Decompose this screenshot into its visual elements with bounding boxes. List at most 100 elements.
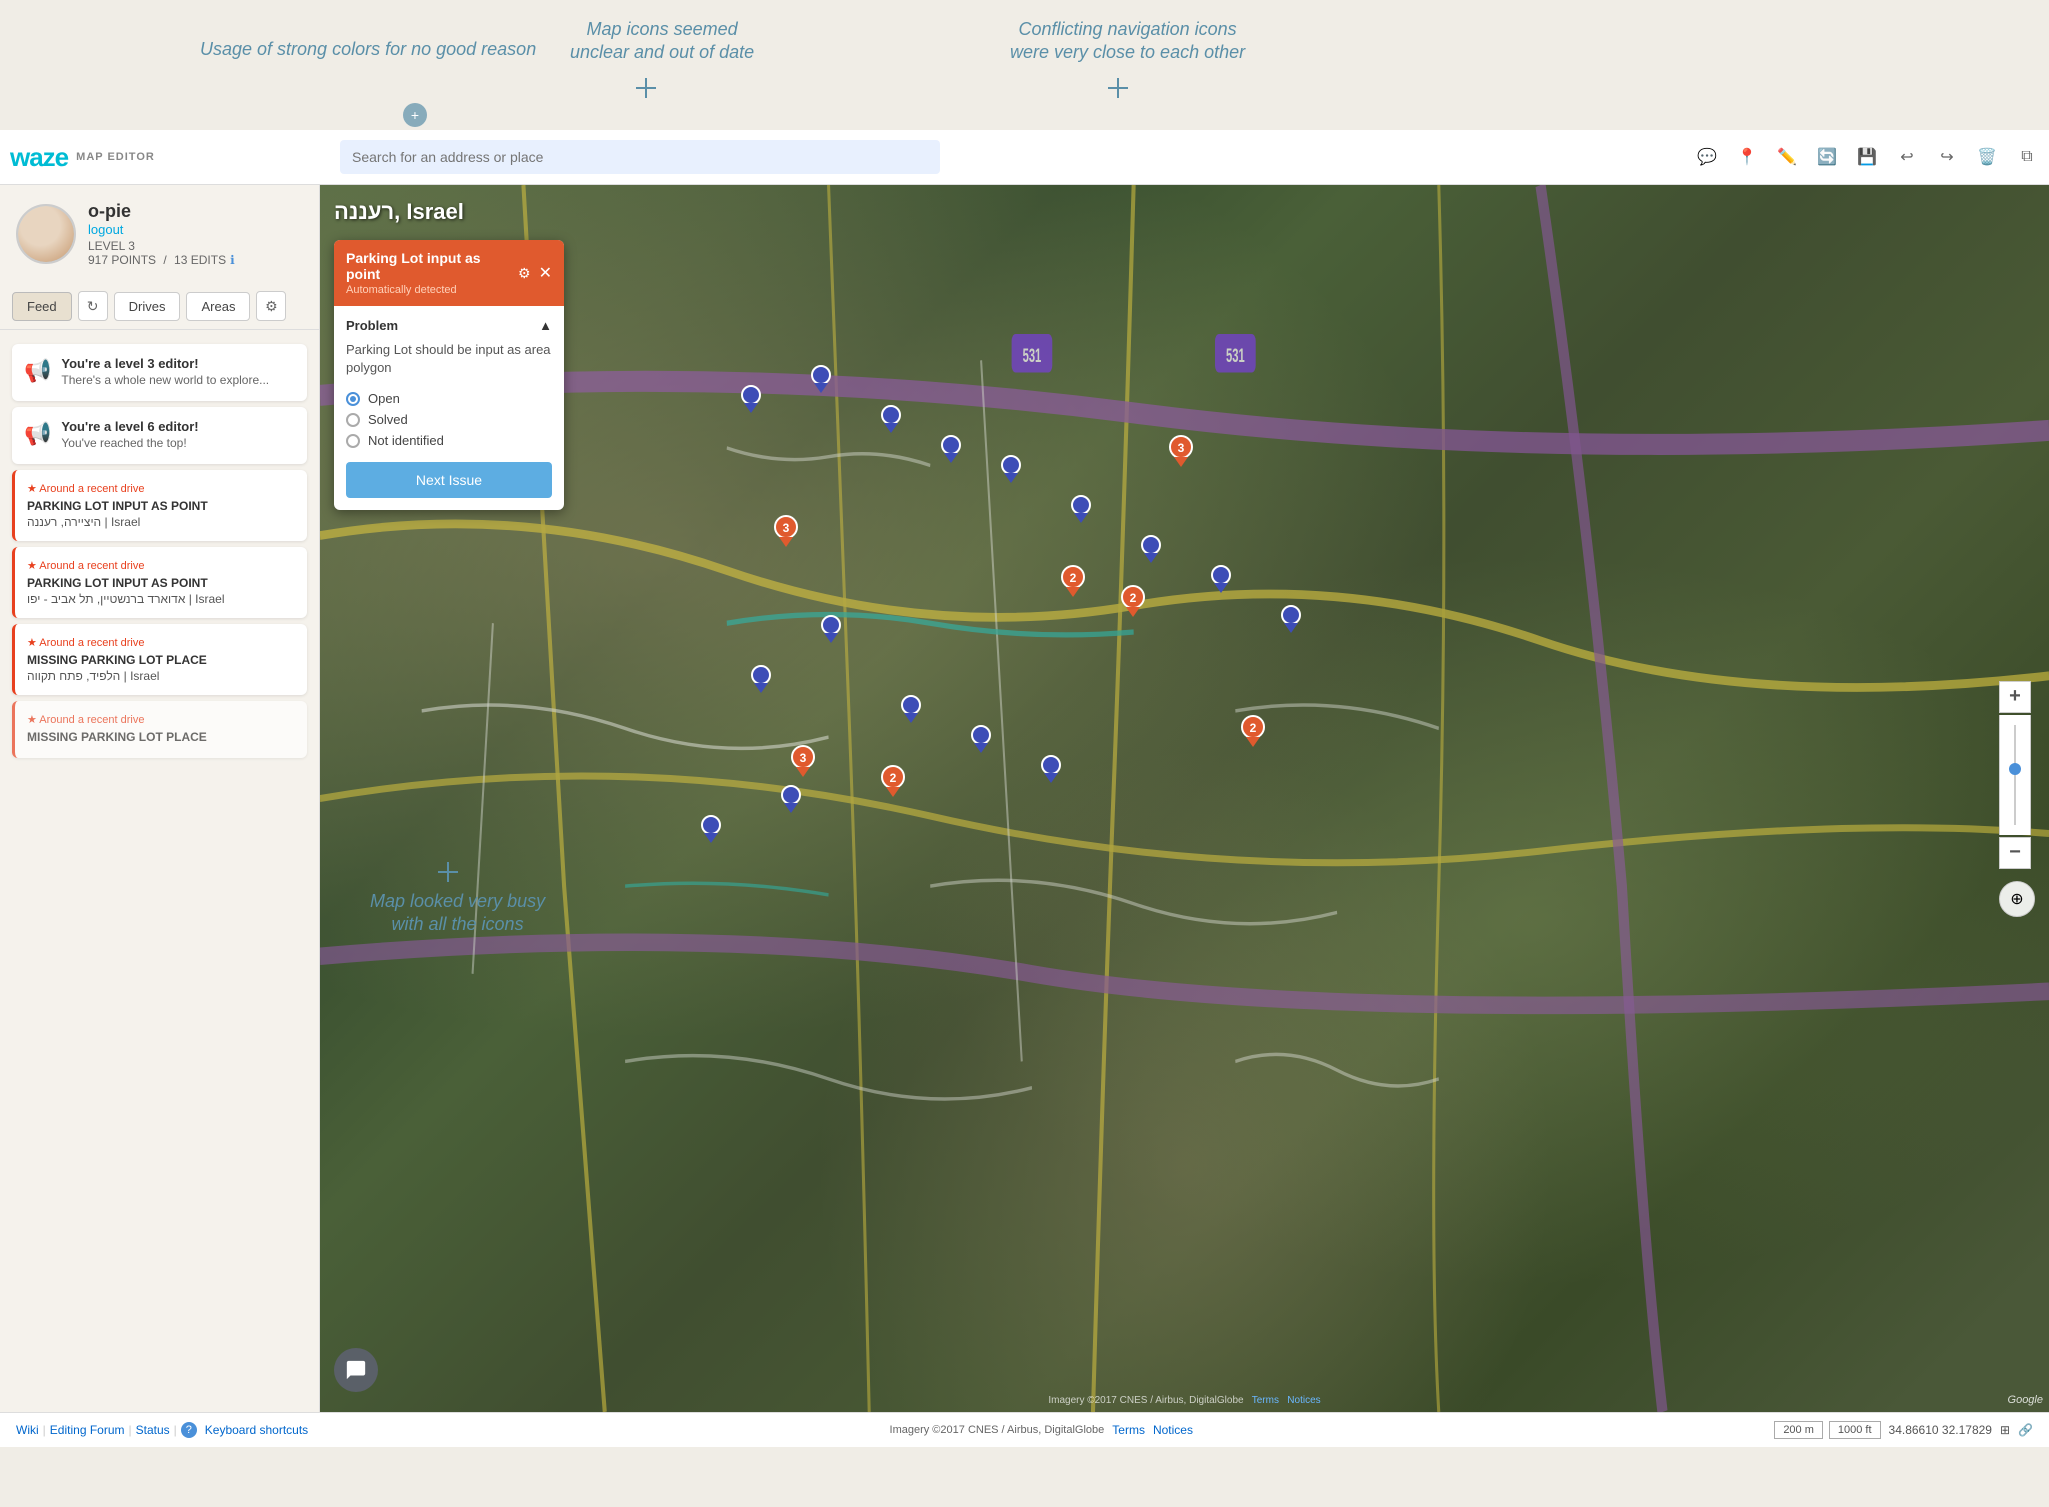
keyboard-help-icon[interactable]: ?: [181, 1422, 197, 1438]
map-pin-16[interactable]: [700, 815, 722, 848]
layers-icon[interactable]: ⧉: [2015, 145, 2039, 169]
svg-text:2: 2: [1250, 721, 1257, 735]
profile-level: LEVEL 3: [88, 239, 235, 253]
location-icon[interactable]: 📍: [1735, 145, 1759, 169]
profile-info: o-pie logout LEVEL 3 917 POINTS / 13 EDI…: [88, 201, 235, 267]
map-pin-5[interactable]: [1000, 455, 1022, 488]
delete-icon[interactable]: 🗑️: [1975, 145, 1999, 169]
map-pin-orange-3[interactable]: 2: [1120, 585, 1146, 622]
chat-bubble-button[interactable]: [334, 1348, 378, 1392]
map-pin-10[interactable]: [820, 615, 842, 648]
settings-gear-icon[interactable]: ⚙: [518, 265, 531, 282]
logout-link[interactable]: logout: [88, 222, 235, 237]
map-pin-orange-1[interactable]: 3: [1168, 435, 1194, 472]
problem-description: Parking Lot should be input as area poly…: [346, 341, 552, 377]
feed-refresh-icon[interactable]: ↻: [78, 291, 108, 321]
tab-areas[interactable]: Areas: [186, 292, 250, 321]
svg-text:531: 531: [1023, 346, 1042, 367]
notification-body-2: You've reached the top!: [61, 436, 186, 450]
map-pin-13[interactable]: [970, 725, 992, 758]
radio-not-identified-label: Not identified: [368, 433, 444, 448]
radio-not-identified[interactable]: Not identified: [346, 433, 552, 448]
save-icon[interactable]: 💾: [1855, 145, 1879, 169]
wiki-link[interactable]: Wiki: [16, 1423, 39, 1437]
zoom-out-button[interactable]: −: [1999, 837, 2031, 869]
terms-link-map[interactable]: Terms: [1252, 1395, 1279, 1406]
map-pin-9[interactable]: [1280, 605, 1302, 638]
drive-card-4[interactable]: ★ Around a recent drive MISSING PARKING …: [12, 701, 307, 758]
map-pin-orange-6[interactable]: 2: [1240, 715, 1266, 752]
svg-text:2: 2: [890, 771, 897, 785]
close-icon[interactable]: ✕: [539, 263, 552, 283]
coordinates: 34.86610 32.17829: [1889, 1423, 1992, 1437]
notices-link-map[interactable]: Notices: [1287, 1395, 1320, 1406]
info-icon[interactable]: ℹ: [230, 253, 235, 267]
map-pin-8[interactable]: [1210, 565, 1232, 598]
zoom-controls: + − ⊕: [1999, 681, 2035, 917]
terms-link[interactable]: Terms: [1112, 1423, 1145, 1437]
map-pin-1[interactable]: [740, 385, 762, 418]
waze-logo: waze: [10, 142, 68, 173]
radio-open[interactable]: Open: [346, 391, 552, 406]
status-link[interactable]: Status: [136, 1423, 170, 1437]
map-pin-11[interactable]: [750, 665, 772, 698]
compass-button[interactable]: ⊕: [1999, 881, 2035, 917]
map-pin-orange-5[interactable]: 2: [880, 765, 906, 802]
drive-title-2: PARKING LOT INPUT AS POINT: [27, 576, 295, 590]
drive-card-1[interactable]: ★ Around a recent drive PARKING LOT INPU…: [12, 470, 307, 541]
drive-tag-1: ★ Around a recent drive: [27, 482, 295, 495]
collapse-icon[interactable]: ▲: [539, 318, 552, 333]
map-pin-6[interactable]: [1070, 495, 1092, 528]
editing-forum-link[interactable]: Editing Forum: [50, 1423, 125, 1437]
notices-link[interactable]: Notices: [1153, 1423, 1193, 1437]
keyboard-shortcuts-link[interactable]: Keyboard shortcuts: [205, 1423, 308, 1437]
problem-section-header: Problem ▲: [346, 318, 552, 333]
map-pin-7[interactable]: [1140, 535, 1162, 568]
undo-icon[interactable]: ↩: [1895, 145, 1919, 169]
search-input[interactable]: [352, 149, 928, 165]
logo-area: waze MAP EDITOR: [10, 142, 330, 173]
map-pin-15[interactable]: [780, 785, 802, 818]
notification-title-2: You're a level 6 editor!: [61, 419, 198, 434]
map-pin-orange-4[interactable]: 3: [790, 745, 816, 782]
imagery-copyright: Imagery ©2017 CNES / Airbus, DigitalGlob…: [890, 1424, 1105, 1436]
svg-text:3: 3: [1178, 441, 1185, 455]
feed-items: 📢 You're a level 3 editor! There's a who…: [0, 330, 319, 1412]
next-issue-button[interactable]: Next Issue: [346, 462, 552, 498]
refresh-icon[interactable]: 🔄: [1815, 145, 1839, 169]
map-pin-2[interactable]: [810, 365, 832, 398]
redo-icon[interactable]: ↪: [1935, 145, 1959, 169]
radio-circle-not-identified: [346, 434, 360, 448]
map-pin-4[interactable]: [940, 435, 962, 468]
drive-card-3[interactable]: ★ Around a recent drive MISSING PARKING …: [12, 624, 307, 695]
map-pin-14[interactable]: [1040, 755, 1062, 788]
map-copyright: Imagery ©2017 CNES / Airbus, DigitalGlob…: [1048, 1395, 1320, 1406]
map-pin-orange-2[interactable]: 2: [1060, 565, 1086, 602]
radio-solved[interactable]: Solved: [346, 412, 552, 427]
chat-icon[interactable]: 💬: [1695, 145, 1719, 169]
scale-1000ft: 1000 ft: [1829, 1421, 1881, 1439]
notification-text-1: You're a level 3 editor! There's a whole…: [61, 356, 269, 389]
map-pin-12[interactable]: [900, 695, 922, 728]
map-area[interactable]: 531 531 רעננה, Israel Parking Lot input …: [320, 185, 2049, 1412]
footer-left: Wiki | Editing Forum | Status | ? Keyboa…: [16, 1422, 308, 1438]
link-icon[interactable]: 🔗: [2018, 1423, 2033, 1437]
drive-title-1: PARKING LOT INPUT AS POINT: [27, 499, 295, 513]
map-pin-3[interactable]: [880, 405, 902, 438]
drive-card-2[interactable]: ★ Around a recent drive PARKING LOT INPU…: [12, 547, 307, 618]
draw-icon[interactable]: ✏️: [1775, 145, 1799, 169]
tab-drives[interactable]: Drives: [114, 292, 181, 321]
zoom-slider[interactable]: [1999, 715, 2031, 835]
radio-open-label: Open: [368, 391, 400, 406]
footer-right: 200 m 1000 ft 34.86610 32.17829 ⊞ 🔗: [1774, 1421, 2033, 1439]
scale-200m: 200 m: [1774, 1421, 1823, 1439]
annotation-top-left: Usage of strong colors for no good reaso…: [200, 38, 536, 61]
tab-feed[interactable]: Feed: [12, 292, 72, 321]
map-pin-orange-7[interactable]: 3: [773, 515, 799, 552]
problem-header: Parking Lot input as point Automatically…: [334, 240, 564, 306]
grid-icon[interactable]: ⊞: [2000, 1423, 2010, 1437]
settings-icon[interactable]: ⚙: [256, 291, 286, 321]
search-bar[interactable]: [340, 140, 940, 174]
svg-text:3: 3: [783, 521, 790, 535]
zoom-in-button[interactable]: +: [1999, 681, 2031, 713]
